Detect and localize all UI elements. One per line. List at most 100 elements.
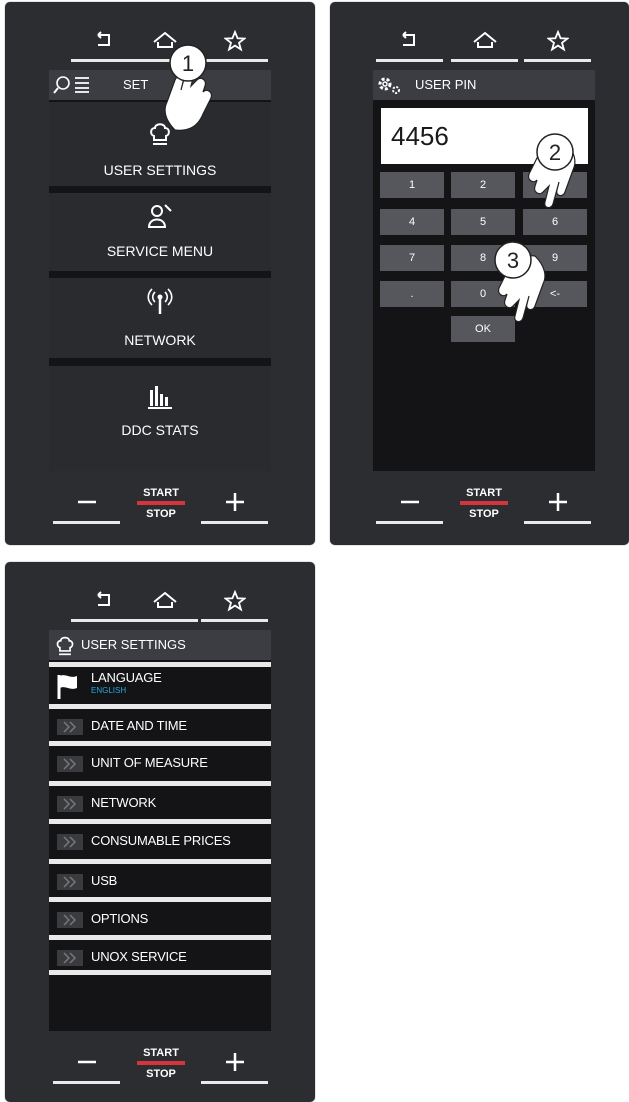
user-settings-header: USER SETTINGS: [49, 630, 271, 660]
key-9[interactable]: 9: [523, 245, 587, 271]
home-icon: [152, 591, 177, 608]
home-button[interactable]: [451, 24, 518, 62]
list-item-unox-service[interactable]: UNOX SERVICE: [49, 935, 271, 975]
start-stop-button[interactable]: START STOP: [458, 486, 510, 526]
chef-hat-icon: [56, 636, 74, 656]
main-menu-header-label: SET: [123, 77, 149, 92]
device-panel-user-pin: USER PIN 4456 1 2 3 4 5 6 7 8 9 . 0 <- O…: [330, 2, 629, 545]
list-item-label: NETWORK: [91, 795, 157, 810]
key-8[interactable]: 8: [451, 245, 515, 271]
key-1[interactable]: 1: [380, 172, 444, 198]
back-icon: [96, 591, 110, 606]
tile-service-menu[interactable]: SERVICE MENU: [49, 193, 271, 271]
key-2[interactable]: 2: [451, 172, 515, 198]
key-backspace[interactable]: <-: [523, 281, 587, 307]
key-dot[interactable]: .: [380, 281, 444, 307]
star-icon: [223, 590, 246, 612]
start-label: START: [466, 487, 502, 499]
user-pin-header: USER PIN: [373, 70, 595, 100]
chevron-right-icon: [57, 796, 83, 812]
list-item-label: UNOX SERVICE: [91, 949, 187, 964]
language-label: LANGUAGE: [91, 670, 162, 685]
chevron-right-icon: [57, 950, 83, 966]
tile-ddc-stats[interactable]: DDC STATS: [49, 366, 271, 471]
start-stop-divider: [460, 501, 508, 505]
list-item-label: UNIT OF MEASURE: [91, 755, 208, 770]
key-5[interactable]: 5: [451, 209, 515, 235]
technician-icon: [147, 204, 172, 228]
home-button[interactable]: [131, 24, 198, 62]
language-value: ENGLISH: [91, 686, 127, 695]
list-item-label: USB: [91, 873, 118, 888]
key-3[interactable]: 3: [523, 172, 587, 198]
minus-icon: [77, 500, 96, 504]
screen-main-menu: SET USER SETTINGS SERVICE MENU NETWORK D…: [49, 70, 271, 471]
list-item-date-and-time[interactable]: DATE AND TIME: [49, 704, 271, 741]
plus-button[interactable]: [201, 484, 268, 524]
key-4[interactable]: 4: [380, 209, 444, 235]
chevron-right-icon: [57, 834, 83, 850]
start-stop-divider: [137, 501, 185, 505]
plus-icon: [548, 493, 567, 511]
key-0[interactable]: 0: [451, 281, 515, 307]
minus-icon: [77, 1060, 96, 1064]
start-label: START: [143, 487, 179, 499]
chevron-right-icon: [57, 719, 83, 735]
chevron-right-icon: [57, 756, 83, 772]
start-label: START: [143, 1047, 179, 1059]
back-icon: [96, 31, 110, 46]
start-stop-button[interactable]: START STOP: [135, 1046, 187, 1086]
stop-label: STOP: [469, 508, 499, 520]
back-button[interactable]: [71, 24, 138, 62]
tile-user-settings[interactable]: USER SETTINGS: [49, 102, 271, 186]
favorites-button[interactable]: [201, 24, 268, 62]
screen-user-settings: USER SETTINGS LANGUAGE ENGLISH DATE AND …: [49, 630, 271, 1031]
key-6[interactable]: 6: [523, 209, 587, 235]
tile-service-menu-label: SERVICE MENU: [106, 243, 214, 259]
key-ok[interactable]: OK: [451, 316, 515, 342]
home-icon: [152, 31, 177, 48]
back-icon: [401, 31, 415, 46]
stop-label: STOP: [146, 508, 176, 520]
list-item-language[interactable]: LANGUAGE ENGLISH: [49, 662, 271, 704]
list-item-options[interactable]: OPTIONS: [49, 897, 271, 935]
home-icon: [472, 31, 497, 48]
plus-button[interactable]: [524, 484, 591, 524]
tile-network-label: NETWORK: [124, 332, 196, 348]
list-item-unit-of-measure[interactable]: UNIT OF MEASURE: [49, 741, 271, 781]
minus-button[interactable]: [376, 484, 443, 524]
list-item-label: DATE AND TIME: [91, 718, 187, 733]
pin-input[interactable]: 4456: [381, 108, 588, 164]
list-item-label: OPTIONS: [91, 911, 149, 926]
home-button[interactable]: [131, 584, 198, 622]
start-stop-button[interactable]: START STOP: [135, 486, 187, 526]
minus-button[interactable]: [53, 484, 120, 524]
user-pin-header-label: USER PIN: [415, 77, 477, 92]
plus-icon: [225, 493, 244, 511]
tile-network[interactable]: NETWORK: [49, 278, 271, 358]
search-menu-icon: [53, 76, 89, 94]
chevron-right-icon: [57, 874, 83, 890]
tile-user-settings-label: USER SETTINGS: [103, 162, 217, 178]
stop-label: STOP: [146, 1068, 176, 1080]
plus-button[interactable]: [201, 1044, 268, 1084]
minus-icon: [400, 500, 419, 504]
list-item-consumable-prices[interactable]: CONSUMABLE PRICES: [49, 819, 271, 859]
minus-button[interactable]: [53, 1044, 120, 1084]
device-panel-user-settings: USER SETTINGS LANGUAGE ENGLISH DATE AND …: [5, 562, 315, 1102]
antenna-icon: [147, 288, 173, 314]
star-icon: [223, 30, 246, 52]
favorites-button[interactable]: [201, 584, 268, 622]
back-button[interactable]: [376, 24, 443, 62]
list-item-network[interactable]: NETWORK: [49, 781, 271, 819]
back-button[interactable]: [71, 584, 138, 622]
screen-user-pin: USER PIN 4456 1 2 3 4 5 6 7 8 9 . 0 <- O…: [373, 70, 595, 471]
star-icon: [546, 30, 569, 52]
favorites-button[interactable]: [524, 24, 591, 62]
tile-ddc-stats-label: DDC STATS: [121, 422, 199, 438]
chef-hat-icon: [150, 123, 170, 145]
key-7[interactable]: 7: [380, 245, 444, 271]
gear-icon: [378, 77, 400, 94]
start-stop-divider: [137, 1061, 185, 1065]
list-item-usb[interactable]: USB: [49, 859, 271, 897]
